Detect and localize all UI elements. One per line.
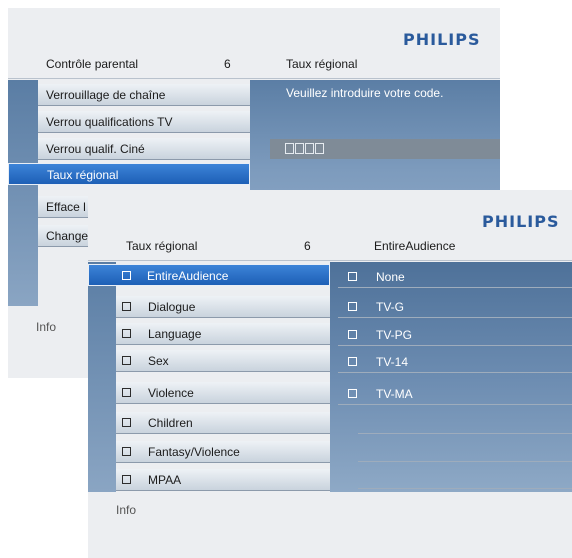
menu-header-count: 6: [224, 57, 231, 71]
rating-item-children[interactable]: Children: [116, 412, 330, 434]
header-divider: [8, 78, 500, 79]
checkbox-icon: [122, 388, 131, 397]
option-label: TV-PG: [376, 328, 413, 342]
rating-item-label: Sex: [148, 354, 169, 368]
menu-item-label: Verrou qualifications TV: [46, 115, 173, 129]
code-digit-3: [305, 143, 314, 154]
rating-item-sex[interactable]: Sex: [116, 350, 330, 372]
menu-item-label: Efface l: [46, 200, 86, 214]
rating-item-label: MPAA: [148, 473, 182, 487]
option-label: None: [376, 270, 405, 284]
checkbox-icon: [348, 272, 357, 281]
option-tv-ma[interactable]: TV-MA: [338, 383, 572, 405]
menu-item-channel-lock[interactable]: Verrouillage de chaîne: [38, 84, 250, 106]
info-label: Info: [116, 503, 137, 517]
panel-header-title: EntireAudience: [374, 239, 456, 253]
rating-item-label: Fantasy/Violence: [148, 445, 240, 459]
rating-item-violence[interactable]: Violence: [116, 382, 330, 404]
menu-item-label: Taux régional: [47, 168, 119, 182]
checkbox-icon: [348, 330, 357, 339]
info-label: Info: [36, 320, 57, 334]
code-digit-4: [315, 143, 324, 154]
brand-logo: PHILIPS: [482, 212, 560, 231]
option-label: TV-MA: [376, 387, 413, 401]
rating-item-dialogue[interactable]: Dialogue: [116, 296, 330, 318]
rating-item-language[interactable]: Language: [116, 323, 330, 345]
code-prompt: Veuillez introduire votre code.: [286, 86, 444, 100]
menu-header-title: Contrôle parental: [46, 57, 139, 71]
option-empty-1: [358, 412, 572, 434]
rating-item-fantasy-violence[interactable]: Fantasy/Violence: [116, 441, 330, 463]
menu-item-label: Verrou qualif. Ciné: [46, 142, 145, 156]
checkbox-icon: [122, 475, 131, 484]
menu-item-movie-ratings-lock[interactable]: Verrou qualif. Ciné: [38, 138, 250, 160]
checkbox-icon: [122, 329, 131, 338]
menu-item-label: Verrouillage de chaîne: [46, 88, 166, 102]
option-empty-3: [358, 467, 572, 489]
brand-logo: PHILIPS: [403, 30, 481, 49]
rating-item-label: Dialogue: [148, 300, 196, 314]
option-tv-pg[interactable]: TV-PG: [338, 324, 572, 346]
checkbox-icon: [348, 302, 357, 311]
option-empty-2: [358, 440, 572, 462]
option-none[interactable]: None: [338, 266, 572, 288]
checkbox-icon: [122, 302, 131, 311]
menu-item-label: Change: [46, 229, 89, 243]
menu-item-tv-ratings-lock[interactable]: Verrou qualifications TV: [38, 111, 250, 133]
regional-rating-panel: PHILIPS Taux régional 6 EntireAudience E…: [88, 190, 572, 558]
code-digit-2: [295, 143, 304, 154]
checkbox-icon: [122, 271, 131, 280]
option-label: TV-G: [376, 300, 405, 314]
checkbox-icon: [348, 357, 357, 366]
code-digit-1: [285, 143, 294, 154]
rating-item-label: Violence: [148, 386, 194, 400]
panel-header-title: Taux régional: [286, 57, 358, 71]
menu-left-strip: [8, 80, 38, 306]
option-label: TV-14: [376, 355, 409, 369]
option-tv-14[interactable]: TV-14: [338, 351, 572, 373]
checkbox-icon: [122, 418, 131, 427]
rating-item-entire-audience[interactable]: EntireAudience: [88, 264, 330, 286]
option-tv-g[interactable]: TV-G: [338, 296, 572, 318]
rating-item-label: EntireAudience: [147, 269, 229, 283]
rating-item-label: Children: [148, 416, 193, 430]
menu-item-regional-rating[interactable]: Taux régional: [8, 163, 250, 185]
checkbox-icon: [348, 389, 357, 398]
checkbox-icon: [122, 356, 131, 365]
menu-header-title: Taux régional: [126, 239, 198, 253]
menu-header-count: 6: [304, 239, 311, 253]
header-divider: [88, 260, 572, 261]
rating-item-label: Language: [148, 327, 202, 341]
rating-item-mpaa[interactable]: MPAA: [116, 469, 330, 491]
menu-left-strip: [88, 262, 116, 492]
checkbox-icon: [122, 447, 131, 456]
